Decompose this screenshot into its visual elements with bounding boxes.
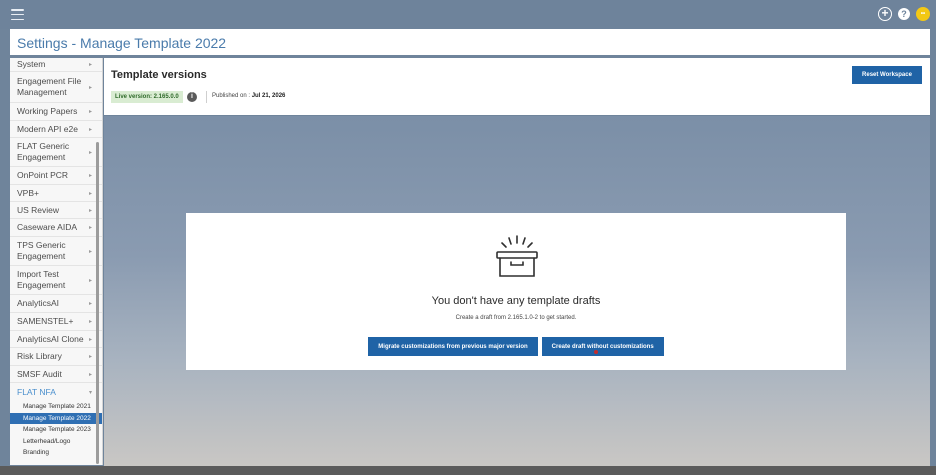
sidebar-item-vpb-plus[interactable]: VPB+ ▸ [10, 185, 102, 202]
sidebar-item-label: Engagement File Management [17, 76, 82, 97]
chevron-right-icon: ▸ [88, 207, 92, 214]
page-title-bar: Settings - Manage Template 2022 [10, 29, 930, 55]
published-date-value: Jul 21, 2026 [251, 93, 286, 99]
sidebar-item-label: AnalyticsAI [17, 298, 60, 308]
sidebar-item-onpoint-pcr[interactable]: OnPoint PCR ▸ [10, 167, 102, 185]
sidebar-item-label: VPB+ [17, 187, 39, 198]
template-versions-header: Template versions Live version: 2.165.0.… [104, 58, 930, 115]
reset-workspace-button[interactable]: Reset Workspace [852, 66, 922, 84]
sidebar-item-label: Risk Library [17, 351, 62, 361]
mouse-cursor [594, 350, 598, 354]
chevron-right-icon: ▸ [88, 173, 92, 179]
info-icon[interactable]: i [187, 92, 197, 102]
published-label: Published on : [212, 93, 252, 99]
sidebar-item-label: Import Test Engagement [17, 269, 66, 290]
open-box-icon [496, 235, 538, 277]
chevron-right-icon: ▸ [88, 354, 92, 360]
help-icon[interactable]: ? [898, 8, 910, 20]
top-bar: + ? •• [0, 0, 936, 29]
empty-state-title: You don't have any template drafts [431, 295, 601, 307]
sidebar-scrollbar[interactable] [96, 142, 99, 464]
chevron-right-icon: ▸ [88, 301, 92, 307]
sidebar-item-flat-generic-engagement[interactable]: FLAT Generic Engagement ▸ [10, 138, 102, 167]
sidebar-item-smsf-audit[interactable]: SMSF Audit ▸ [10, 366, 102, 383]
avatar[interactable]: •• [916, 7, 930, 21]
top-bar-actions: + ? •• [878, 7, 930, 21]
sidebar-subitem-manage-template-2021[interactable]: Manage Template 2021 [10, 401, 102, 413]
chevron-right-icon: ▸ [88, 371, 92, 378]
sidebar-item-label: TPS Generic Engagement [17, 240, 66, 261]
sidebar-item-us-review[interactable]: US Review ▸ [10, 202, 102, 219]
chevron-right-icon: ▸ [88, 126, 92, 133]
empty-state-actions: Migrate customizations from previous maj… [186, 337, 846, 356]
sidebar-item-modern-api-e2e[interactable]: Modern API e2e ▸ [10, 121, 102, 138]
settings-sidebar: System ▸ Engagement File Management ▸ Wo… [10, 58, 103, 465]
chevron-right-icon: ▸ [88, 319, 92, 325]
section-title: Template versions [111, 69, 207, 81]
published-date: Published on : Jul 21, 2026 [212, 93, 285, 99]
create-draft-button[interactable]: Create draft without customizations [541, 337, 664, 356]
sidebar-item-system[interactable]: System ▸ [10, 58, 102, 72]
sidebar-item-label: FLAT Generic Engagement [17, 141, 70, 162]
chevron-down-icon: ▾ [88, 389, 92, 396]
sidebar-item-working-papers[interactable]: Working Papers ▸ [10, 103, 102, 121]
sidebar-subitem-manage-template-2023[interactable]: Manage Template 2023 [10, 424, 102, 436]
sidebar-item-engagement-file-management[interactable]: Engagement File Management ▸ [10, 72, 102, 103]
sidebar-item-samenstel-plus[interactable]: SAMENSTEL+ ▸ [10, 313, 102, 331]
sidebar-item-tps-generic-engagement[interactable]: TPS Generic Engagement ▸ [10, 237, 102, 266]
sidebar-item-risk-library[interactable]: Risk Library ▸ [10, 348, 102, 366]
sidebar-item-caseware-aida[interactable]: Caseware AIDA ▸ [10, 219, 102, 237]
sidebar-item-label: FLAT NFA [17, 386, 56, 397]
sidebar-item-label: System [17, 59, 46, 69]
chevron-right-icon: ▸ [88, 225, 92, 231]
sidebar-subitem-branding[interactable]: Branding [10, 447, 102, 459]
chevron-right-icon: ▸ [88, 109, 92, 115]
sidebar-item-import-test-engagement[interactable]: Import Test Engagement ▸ [10, 266, 102, 295]
live-version-badge: Live version: 2.165.0.0 [111, 91, 183, 103]
sidebar-item-analyticsai-clone[interactable]: AnalyticsAI Clone ▸ [10, 331, 102, 348]
divider [206, 91, 207, 103]
sidebar-subitem-manage-template-2022[interactable]: Manage Template 2022 [10, 412, 102, 424]
sidebar-item-label: US Review [17, 204, 60, 215]
migrate-customizations-button[interactable]: Migrate customizations from previous maj… [368, 337, 538, 356]
chevron-right-icon: ▸ [88, 336, 92, 343]
sidebar-item-flat-nfa[interactable]: FLAT NFA ▾ [10, 383, 102, 401]
chevron-right-icon: ▸ [88, 277, 92, 284]
sidebar-item-label: Working Papers [17, 106, 78, 116]
sidebar-item-label: OnPoint PCR [17, 170, 69, 180]
chevron-right-icon: ▸ [88, 62, 92, 68]
sidebar-item-label: SMSF Audit [17, 368, 62, 379]
sidebar-item-analyticsai[interactable]: AnalyticsAI ▸ [10, 295, 102, 313]
chevron-right-icon: ▸ [88, 248, 92, 255]
empty-state-card: You don't have any template drafts Creat… [186, 213, 846, 370]
chevron-right-icon: ▸ [88, 84, 92, 91]
sidebar-item-label: Caseware AIDA [17, 222, 77, 232]
hamburger-menu-icon[interactable] [11, 9, 24, 20]
add-icon[interactable]: + [878, 7, 892, 21]
sidebar-item-label: AnalyticsAI Clone [17, 333, 84, 344]
chevron-right-icon: ▸ [88, 149, 92, 156]
window-bottom-edge [0, 466, 936, 475]
page-title: Settings - Manage Template 2022 [17, 35, 227, 51]
sidebar-item-label: Modern API e2e [17, 123, 78, 134]
sidebar-item-label: SAMENSTEL+ [17, 316, 74, 326]
empty-state-subtitle: Create a draft from 2.165.1.0-2 to get s… [455, 315, 577, 321]
chevron-right-icon: ▸ [88, 190, 92, 197]
sidebar-subitem-letterhead-logo[interactable]: Letterhead/Logo [10, 436, 102, 448]
